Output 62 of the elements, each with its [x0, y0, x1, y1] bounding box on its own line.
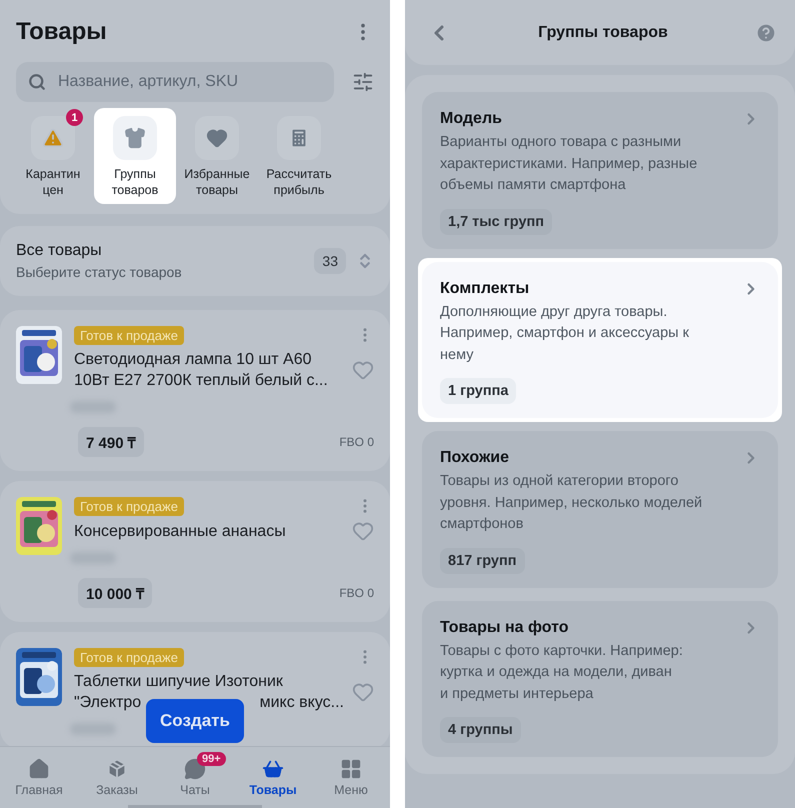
grid-icon — [340, 758, 362, 780]
favorite-icon[interactable] — [352, 681, 374, 703]
notification-badge: 99+ — [197, 752, 226, 766]
notification-badge: 1 — [66, 109, 83, 126]
product-name: Консервированные ананасы — [74, 522, 286, 542]
group-count: 1,7 тыс групп — [440, 208, 552, 234]
group-title: Комплекты — [440, 280, 530, 298]
filter-subtitle: Выберите статус товаров — [16, 264, 183, 280]
group-card[interactable]: Похожие Товары из одной категории второго уровня. Например, несколько моделей смартфонов 817 групп — [422, 431, 778, 588]
action-label: Группы товаров — [110, 166, 160, 198]
group-card[interactable]: Комплекты Дополняющие друг друга товары. Например, смартфон и аксессуары к нему 1 группа — [422, 262, 778, 418]
group-title: Похожие — [440, 449, 510, 467]
action-label: Избранные товары — [183, 166, 251, 198]
price-label: 7 490 ₸ — [78, 427, 144, 457]
group-card[interactable]: Товары на фото Товары с фото карточки. Например: куртка и одежда на модели, диван и предметы интерьера 4 группы — [422, 600, 778, 757]
filter-icon[interactable] — [352, 71, 374, 93]
quick-action[interactable]: 1 Карантин цен — [12, 108, 94, 204]
group-card[interactable]: Модель Варианты одного товара с разными характеристиками. Например, разные объемы памяти смартфона 1,7 тыс групп — [422, 92, 778, 248]
product-card[interactable]: Готов к продаже Светодиодная лампа 10 шт А60 10Вт Е27 2700К теплый белый с... 7 490 ₸ FBO 0 — [0, 310, 390, 471]
status-tag: Готов к продаже — [74, 648, 184, 667]
search-field[interactable]: Название, артикул, SKU — [56, 72, 322, 92]
search-bar[interactable]: Название, артикул, SKU — [16, 62, 334, 102]
product-name: "Электро — [74, 693, 142, 713]
action-label: Рассчитать прибыль — [265, 166, 333, 198]
count-badge: 33 — [314, 248, 346, 274]
group-description: Варианты одного товара с разными характеристиками. Например, разные объемы памяти смартфона — [440, 133, 698, 195]
stock-label: FBO 0 — [339, 586, 374, 600]
group-description: Товары с фото карточки. Например: куртка и одежда на модели, диван и предметы интерьера — [440, 642, 683, 704]
status-filter[interactable]: Все товары Выберите статус товаров 33 — [0, 226, 390, 296]
filter-title: Все товары — [16, 242, 103, 260]
favorite-icon[interactable] — [352, 359, 374, 381]
group-title: Товары на фото — [440, 618, 569, 636]
quick-action[interactable]: Группы товаров — [94, 108, 176, 204]
product-name: Светодиодная лампа 10 шт А60 — [74, 350, 312, 370]
home-icon — [28, 758, 50, 780]
warning-icon — [42, 127, 64, 149]
price-label: 10 000 ₸ — [78, 578, 152, 608]
stock-label: FBO 0 — [339, 435, 374, 449]
group-title: Модель — [440, 110, 502, 128]
quick-action[interactable]: Рассчитать прибыль — [258, 108, 340, 204]
shirt-icon — [124, 127, 146, 149]
search-icon — [28, 73, 46, 91]
page-title: Товары — [16, 18, 107, 46]
product-name: 10Вт Е27 2700К теплый белый с... — [74, 371, 328, 391]
product-name: Таблетки шипучие Изотоник — [74, 672, 283, 692]
heart-icon — [206, 127, 228, 149]
group-count: 4 группы — [440, 717, 521, 743]
favorite-icon[interactable] — [352, 520, 374, 542]
group-count: 817 групп — [440, 548, 525, 574]
status-tag: Готов к продаже — [74, 497, 184, 516]
product-name: микс вкус... — [260, 693, 344, 713]
action-label: Карантин цен — [24, 166, 82, 198]
product-card[interactable]: Готов к продаже Консервированные ананасы 10 000 ₸ FBO 0 — [0, 481, 390, 622]
create-button[interactable]: Создать — [146, 699, 244, 743]
group-description: Дополняющие друг друга товары. Например, смартфон и аксессуары к нему — [440, 302, 689, 364]
group-count: 1 группа — [440, 378, 516, 404]
basket-icon — [262, 758, 284, 780]
page-title: Группы товаров — [538, 24, 668, 42]
status-tag: Готов к продаже — [74, 326, 184, 345]
group-description: Товары из одной категории второго уровня. Например, несколько моделей смартфонов — [440, 472, 702, 534]
quick-action[interactable]: Избранные товары — [176, 108, 258, 204]
help-icon[interactable] — [754, 22, 777, 44]
